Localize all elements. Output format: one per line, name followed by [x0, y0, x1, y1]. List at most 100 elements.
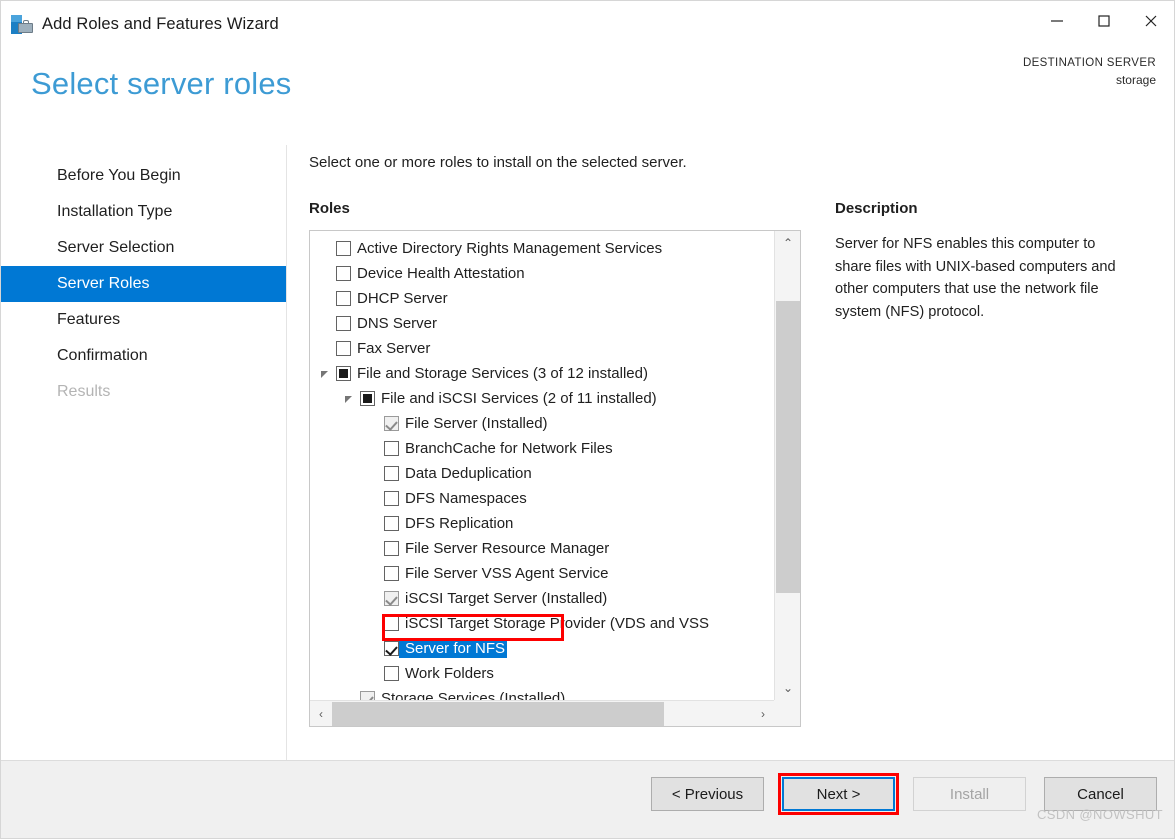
sidebar-item-server-selection[interactable]: Server Selection	[1, 230, 286, 266]
role-checkbox-installed[interactable]	[384, 416, 399, 431]
window-title: Add Roles and Features Wizard	[42, 15, 279, 33]
destination-server-value: storage	[1115, 72, 1156, 87]
role-checkbox-unchecked[interactable]	[336, 316, 351, 331]
destination-server-block: DESTINATION SERVER storage	[1023, 55, 1156, 89]
sidebar-item-confirmation[interactable]: Confirmation	[1, 338, 286, 374]
role-label: Server for NFS	[399, 639, 508, 658]
sidebar-item-installation-type[interactable]: Installation Type	[1, 194, 286, 230]
role-checkbox-unchecked[interactable]	[384, 491, 399, 506]
roles-horizontal-scrollbar[interactable]: ‹ ›	[310, 700, 774, 726]
sidebar-item-label: Server Selection	[57, 239, 175, 256]
role-label: File Server VSS Agent Service	[405, 565, 609, 582]
scroll-down-arrow-icon[interactable]: ⌄	[775, 676, 800, 700]
role-row[interactable]: Server for NFS	[310, 636, 774, 661]
sidebar-item-label: Server Roles	[57, 275, 150, 292]
role-label: Work Folders	[405, 665, 494, 682]
role-label: File and iSCSI Services (2 of 11 install…	[381, 390, 657, 407]
role-label: DFS Namespaces	[405, 490, 527, 507]
role-label: DFS Replication	[405, 515, 514, 532]
close-icon[interactable]	[1127, 1, 1174, 41]
role-label: Data Deduplication	[405, 465, 532, 482]
role-row[interactable]: File Server Resource Manager	[310, 536, 774, 561]
role-label: Device Health Attestation	[357, 265, 525, 282]
role-checkbox-unchecked[interactable]	[384, 566, 399, 581]
scroll-right-arrow-icon[interactable]: ›	[752, 701, 774, 726]
role-label: iSCSI Target Server (Installed)	[405, 590, 608, 607]
next-button[interactable]: Next >	[782, 777, 895, 811]
button-label: Cancel	[1077, 785, 1124, 803]
minimize-icon[interactable]	[1033, 1, 1080, 41]
role-label: DHCP Server	[357, 290, 448, 307]
sidebar-item-results: Results	[1, 374, 286, 410]
role-checkbox-partial[interactable]	[360, 391, 375, 406]
role-row[interactable]: File Server (Installed)	[310, 411, 774, 436]
body-area: Before You Begin Installation Type Server …	[1, 145, 1174, 760]
role-checkbox-unchecked[interactable]	[336, 291, 351, 306]
scroll-left-arrow-icon[interactable]: ‹	[310, 701, 332, 726]
expander-triangle-icon[interactable]	[319, 367, 333, 381]
destination-server-label: DESTINATION SERVER	[1022, 57, 1156, 69]
button-label: Next >	[816, 785, 861, 803]
horizontal-scrollbar-thumb[interactable]	[332, 702, 664, 726]
roles-list-viewport: Active Directory Rights Management Servi…	[310, 231, 774, 700]
role-row[interactable]: iSCSI Target Storage Provider (VDS and V…	[310, 611, 774, 636]
role-checkbox-unchecked[interactable]	[384, 616, 399, 631]
role-checkbox-installed[interactable]	[360, 691, 375, 700]
sidebar-item-label: Confirmation	[57, 347, 148, 364]
role-row[interactable]: BranchCache for Network Files	[310, 436, 774, 461]
vertical-scrollbar-thumb[interactable]	[776, 301, 800, 593]
role-checkbox-unchecked[interactable]	[384, 541, 399, 556]
role-row[interactable]: Work Folders	[310, 661, 774, 686]
role-checkbox-unchecked[interactable]	[384, 441, 399, 456]
role-row[interactable]: File and iSCSI Services (2 of 11 install…	[310, 386, 774, 411]
button-label: Install	[949, 785, 990, 803]
role-checkbox-partial[interactable]	[336, 366, 351, 381]
title-bar: Add Roles and Features Wizard	[1, 1, 1174, 48]
role-checkbox-unchecked[interactable]	[336, 266, 351, 281]
role-checkbox-installed[interactable]	[384, 591, 399, 606]
watermark-text: CSDN @NOWSHUT	[1036, 807, 1163, 822]
role-row[interactable]: Device Health Attestation	[310, 261, 774, 286]
role-row[interactable]: iSCSI Target Server (Installed)	[310, 586, 774, 611]
sidebar-item-label: Installation Type	[57, 203, 173, 220]
role-row[interactable]: File and Storage Services (3 of 12 insta…	[310, 361, 774, 386]
role-label: File Server Resource Manager	[405, 540, 610, 557]
role-row[interactable]: File Server VSS Agent Service	[310, 561, 774, 586]
cancel-button[interactable]: Cancel	[1044, 777, 1157, 811]
button-label: < Previous	[671, 785, 744, 803]
role-row[interactable]: Fax Server	[310, 336, 774, 361]
roles-vertical-scrollbar[interactable]: ⌃ ⌄	[774, 231, 800, 700]
sidebar-item-label: Features	[57, 311, 121, 328]
expander-triangle-icon[interactable]	[343, 392, 357, 406]
footer-button-wrapper: < Previous	[651, 777, 764, 811]
header-band: Select server roles DESTINATION SERVER s…	[1, 48, 1174, 145]
sidebar-item-server-roles[interactable]: Server Roles	[1, 266, 286, 302]
role-row[interactable]: DNS Server	[310, 311, 774, 336]
role-checkbox-unchecked[interactable]	[384, 466, 399, 481]
install-button: Install	[913, 777, 1026, 811]
role-label: DNS Server	[357, 315, 438, 332]
role-row[interactable]: Data Deduplication	[310, 461, 774, 486]
sidebar-item-features[interactable]: Features	[1, 302, 286, 338]
role-row[interactable]: DFS Namespaces	[310, 486, 774, 511]
role-checkbox-unchecked[interactable]	[384, 516, 399, 531]
scroll-up-arrow-icon[interactable]: ⌃	[775, 231, 800, 255]
footer-button-wrapper: Next >	[778, 773, 899, 815]
role-checkbox-checked[interactable]	[384, 641, 399, 656]
role-checkbox-unchecked[interactable]	[336, 241, 351, 256]
maximize-icon[interactable]	[1080, 1, 1127, 41]
instruction-text: Select one or more roles to install on t…	[309, 154, 687, 171]
role-checkbox-unchecked[interactable]	[336, 341, 351, 356]
sidebar-item-before-you-begin[interactable]: Before You Begin	[1, 158, 286, 194]
role-label: File Server (Installed)	[405, 415, 548, 432]
role-row[interactable]: Storage Services (Installed)	[310, 686, 774, 700]
role-row[interactable]: DFS Replication	[310, 511, 774, 536]
roles-listbox[interactable]: Active Directory Rights Management Servi…	[309, 230, 801, 727]
role-checkbox-unchecked[interactable]	[384, 666, 399, 681]
sidebar-item-label: Before You Begin	[57, 167, 181, 184]
previous-button[interactable]: < Previous	[651, 777, 764, 811]
add-roles-wizard-window: Add Roles and Features Wizard Select ser…	[0, 0, 1175, 839]
role-row[interactable]: Active Directory Rights Management Servi…	[310, 236, 774, 261]
role-row[interactable]: DHCP Server	[310, 286, 774, 311]
scrollbar-corner	[774, 700, 800, 726]
